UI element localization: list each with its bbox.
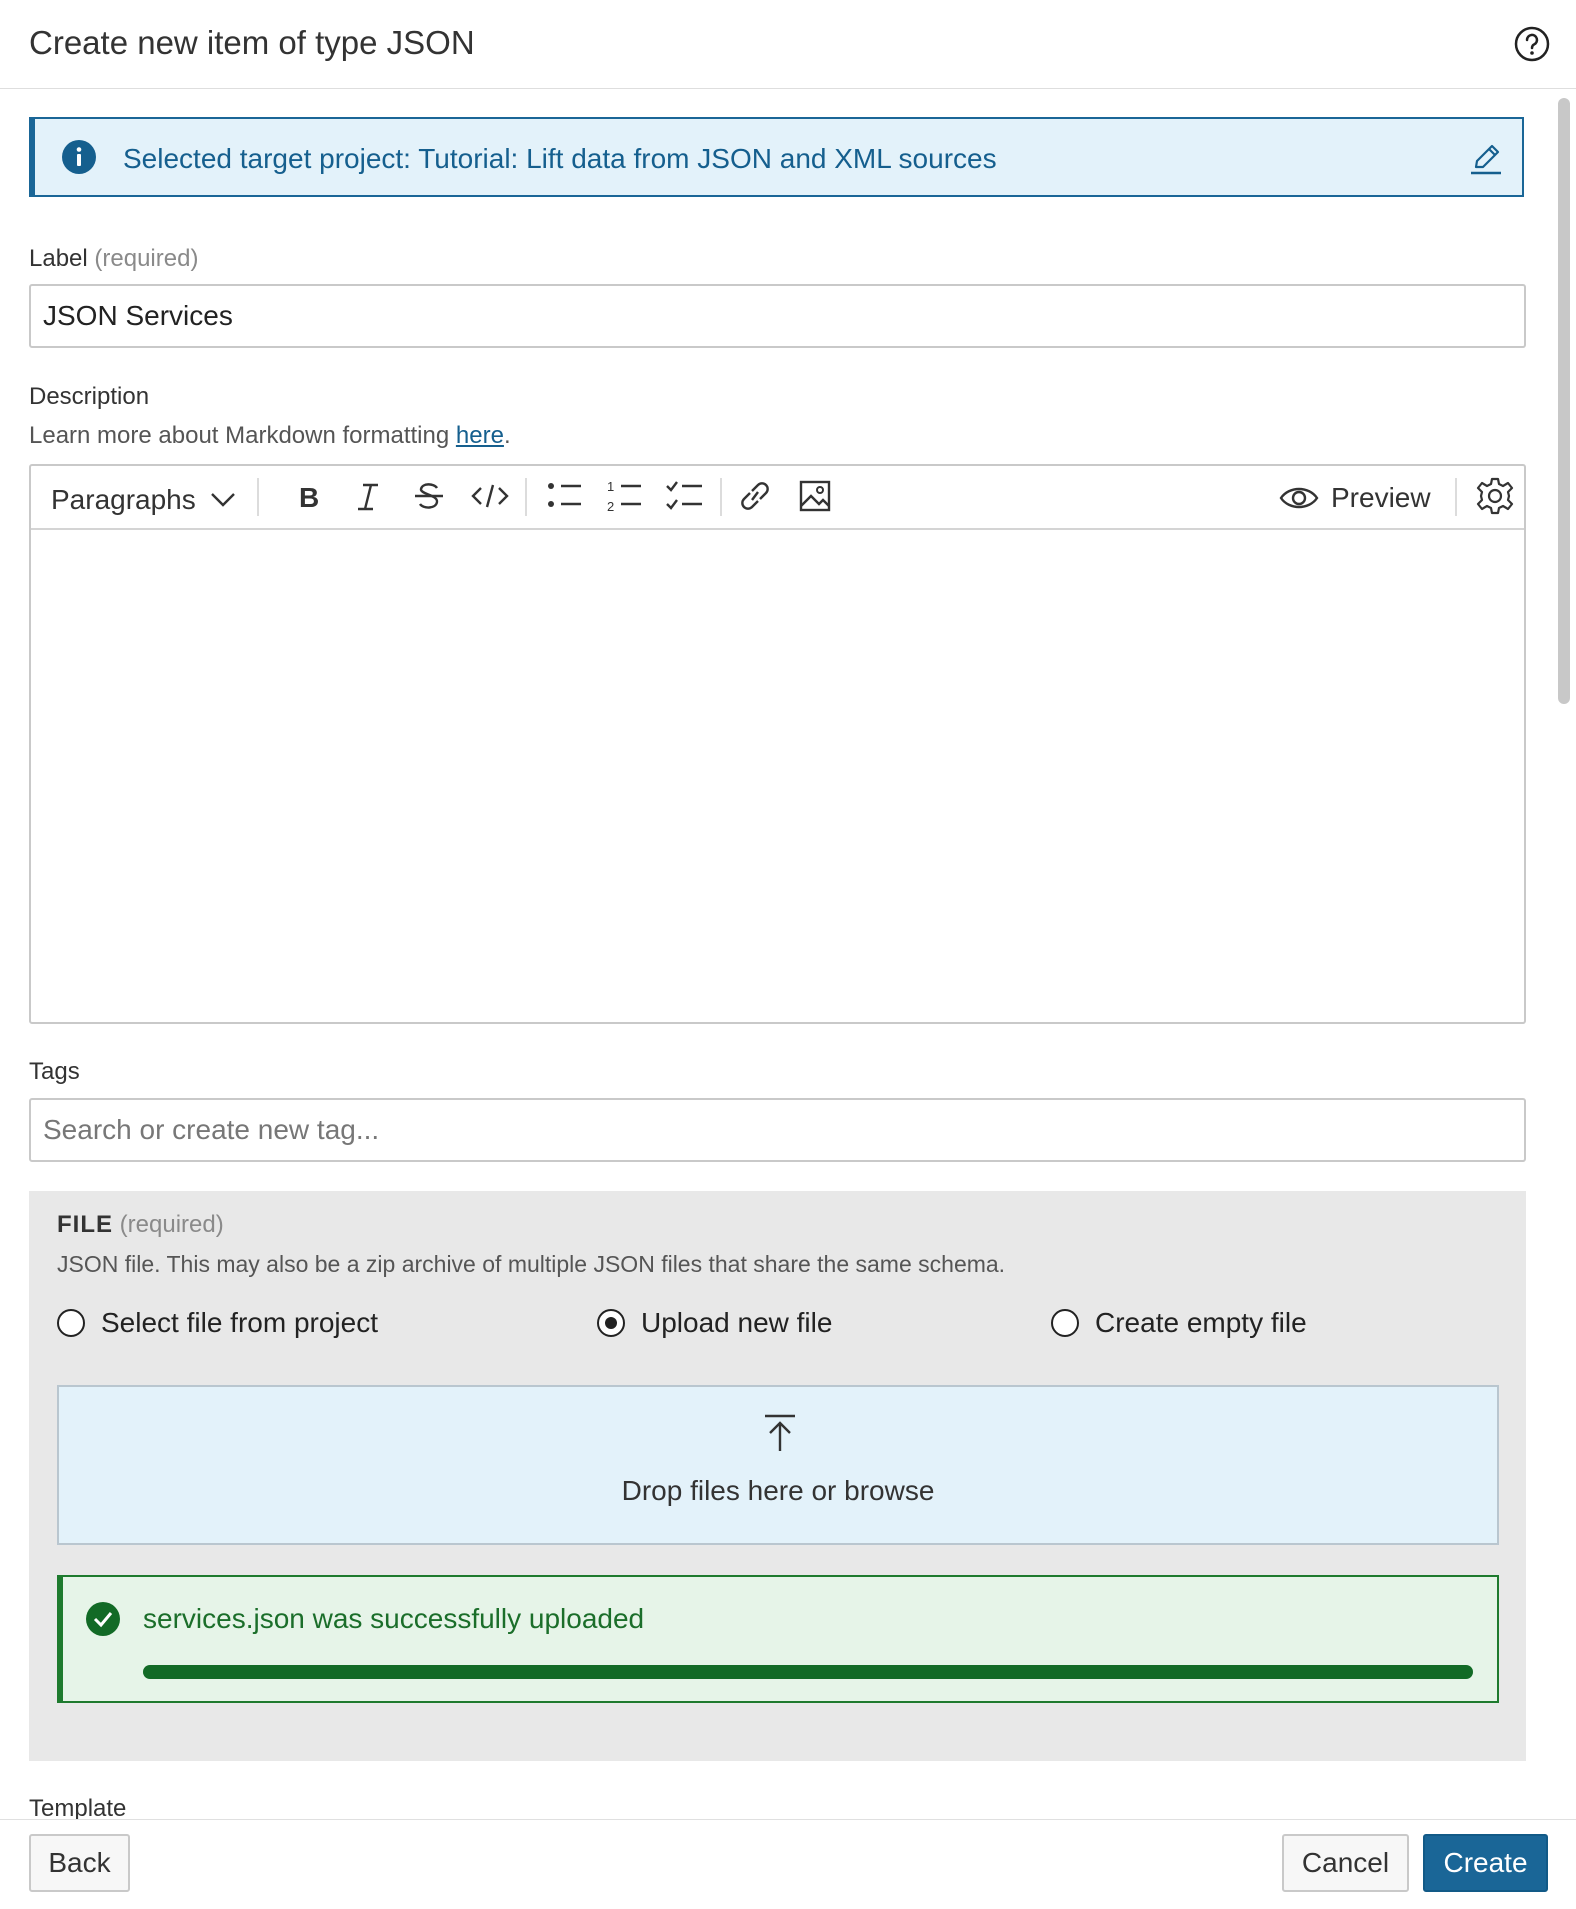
scrollbar[interactable] — [1558, 98, 1570, 704]
preview-button[interactable]: Preview — [1279, 478, 1431, 518]
radio-select-file-from-project[interactable]: Select file from project — [57, 1307, 378, 1339]
markdown-editor[interactable]: Paragraphs B 12 Preview — [29, 464, 1526, 1024]
dialog-header: Create new item of type JSON — [0, 0, 1576, 89]
editor-toolbar: Paragraphs B 12 Preview — [31, 466, 1524, 530]
upload-message: services.json was successfully uploaded — [143, 1603, 645, 1634]
link-icon[interactable] — [734, 476, 776, 516]
preview-label: Preview — [1331, 482, 1431, 513]
create-button[interactable]: Create — [1423, 1834, 1548, 1892]
numbered-list-icon[interactable]: 12 — [606, 476, 644, 516]
gear-icon[interactable] — [1475, 476, 1515, 516]
toolbar-divider — [525, 478, 527, 516]
upload-success-notification: services.json was successfully uploaded — [57, 1575, 1499, 1703]
tags-label: Tags — [29, 1058, 80, 1085]
paragraphs-label: Paragraphs — [51, 484, 196, 515]
back-button[interactable]: Back — [29, 1834, 130, 1892]
radio-label: Select file from project — [101, 1307, 378, 1338]
svg-text:B: B — [299, 482, 319, 513]
check-circle-icon — [86, 1602, 120, 1636]
radio-button[interactable] — [1051, 1309, 1079, 1337]
banner-text: Selected target project: Tutorial: Lift … — [123, 143, 997, 174]
bold-icon[interactable]: B — [295, 476, 325, 516]
label-input[interactable] — [29, 284, 1526, 348]
radio-upload-new-file[interactable]: Upload new file — [597, 1307, 832, 1339]
file-section: FILE (required) JSON file. This may also… — [29, 1191, 1526, 1761]
paragraphs-dropdown[interactable]: Paragraphs — [51, 480, 236, 520]
code-icon[interactable] — [470, 476, 510, 516]
toolbar-divider — [720, 478, 722, 516]
description-label: Description — [29, 383, 150, 410]
dropzone-text: Drop files here or browse — [621, 1475, 935, 1506]
markdown-help-link[interactable]: here — [456, 422, 504, 449]
label-field-label: Label (required) — [29, 245, 198, 273]
markdown-hint: Learn more about Markdown formatting her… — [29, 422, 511, 450]
strikethrough-icon[interactable] — [412, 476, 446, 516]
dialog-footer: Back Cancel Create — [0, 1819, 1576, 1909]
bullet-list-icon[interactable] — [546, 476, 584, 516]
toolbar-divider — [257, 478, 259, 516]
file-title-text: FILE — [57, 1211, 113, 1238]
italic-icon[interactable] — [353, 476, 383, 516]
radio-label: Create empty file — [1095, 1307, 1307, 1338]
label-text: Label — [29, 245, 88, 272]
upload-icon — [765, 1414, 795, 1451]
pencil-icon[interactable] — [1467, 139, 1505, 177]
target-project-banner: Selected target project: Tutorial: Lift … — [29, 117, 1524, 197]
radio-create-empty-file[interactable]: Create empty file — [1051, 1307, 1307, 1339]
svg-text:1: 1 — [607, 479, 614, 494]
radio-button[interactable] — [57, 1309, 85, 1337]
hint-text: Learn more about Markdown formatting — [29, 422, 456, 449]
upload-progress-bar — [143, 1665, 1473, 1679]
help-icon[interactable] — [1513, 25, 1551, 63]
eye-icon — [1279, 487, 1319, 509]
info-icon — [62, 140, 96, 174]
file-dropzone[interactable]: Drop files here or browse — [57, 1385, 1499, 1545]
svg-text:2: 2 — [607, 499, 614, 514]
cancel-button[interactable]: Cancel — [1282, 1834, 1409, 1892]
upload-progress-fill — [143, 1665, 1473, 1679]
chevron-down-icon — [210, 493, 235, 507]
dialog-title: Create new item of type JSON — [29, 24, 475, 61]
checklist-icon[interactable] — [665, 476, 705, 516]
required-marker: (required) — [94, 245, 199, 272]
file-description: JSON file. This may also be a zip archiv… — [57, 1251, 1006, 1277]
radio-button-selected[interactable] — [597, 1309, 625, 1337]
tags-input[interactable] — [29, 1098, 1526, 1162]
image-icon[interactable] — [798, 476, 832, 516]
hint-suffix: . — [503, 422, 511, 449]
required-marker: (required) — [119, 1211, 224, 1238]
toolbar-divider — [1455, 478, 1457, 516]
file-title: FILE (required) — [57, 1211, 224, 1239]
radio-label: Upload new file — [641, 1307, 833, 1338]
